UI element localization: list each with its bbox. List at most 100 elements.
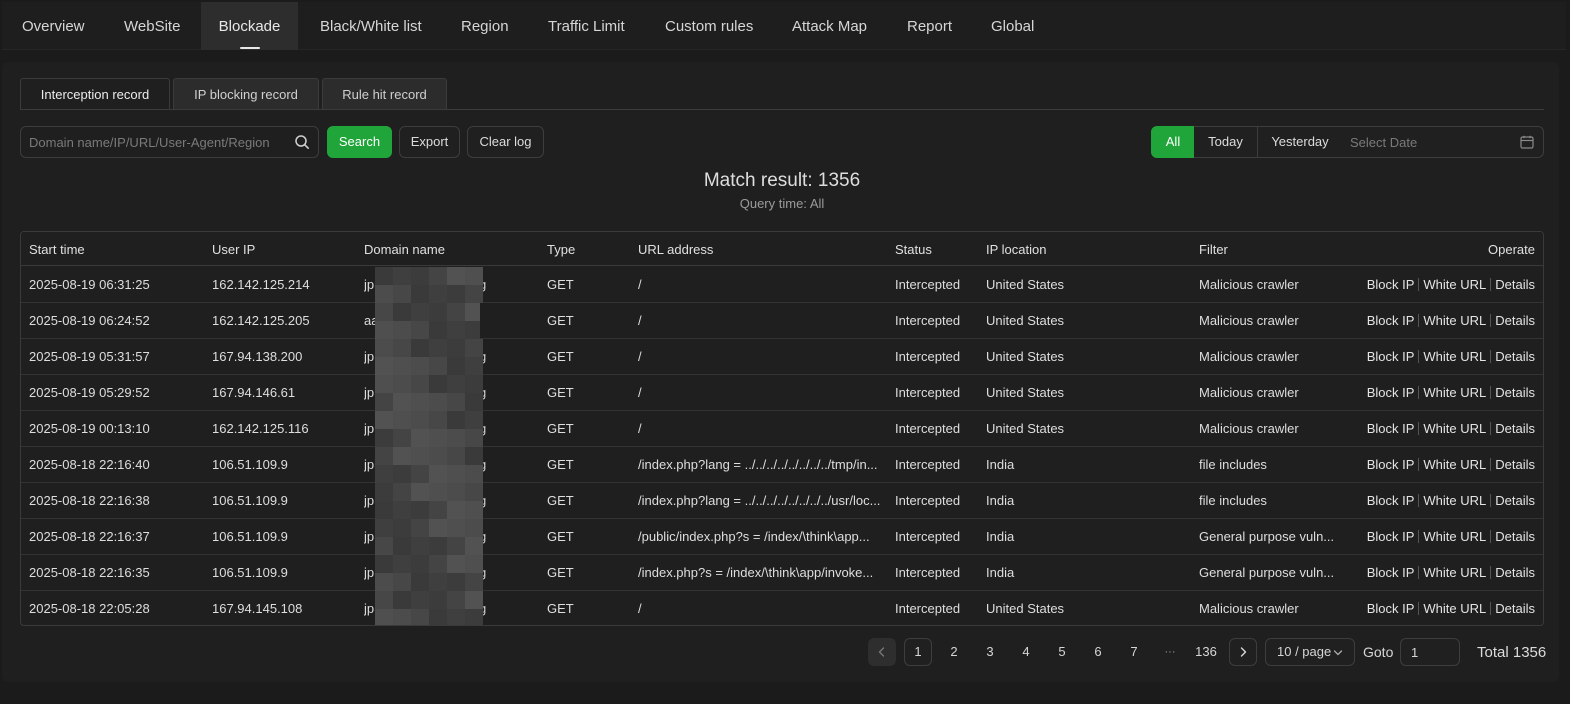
white-url-link[interactable]: White URL: [1423, 313, 1486, 328]
block-ip-link[interactable]: Block IP: [1367, 565, 1415, 580]
column-start-time[interactable]: Start time: [29, 232, 85, 267]
column-type[interactable]: Type: [547, 232, 575, 267]
table-row: 2025-08-19 06:31:25 162.142.125.214 GET / In…: [21, 267, 1543, 303]
date-filter-today[interactable]: Today: [1194, 126, 1258, 158]
tab-blockade[interactable]: Blockade: [201, 2, 298, 50]
cell-ip-location: United States: [986, 349, 1065, 364]
cell-start-time: 2025-08-19 05:31:57: [29, 349, 150, 364]
tab-region[interactable]: Region: [461, 2, 509, 50]
white-url-link[interactable]: White URL: [1423, 601, 1486, 616]
clear-log-button[interactable]: Clear log: [467, 126, 544, 158]
search-icon[interactable]: [294, 134, 310, 150]
page-7[interactable]: 7: [1120, 638, 1148, 666]
cell-filter: General purpose vuln...: [1199, 565, 1335, 580]
page-6[interactable]: 6: [1084, 638, 1112, 666]
cell-status: Intercepted: [895, 493, 961, 508]
next-page-button[interactable]: [1229, 638, 1257, 666]
row-actions: Block IP White URL Details: [1367, 303, 1535, 339]
search-button[interactable]: Search: [327, 126, 392, 158]
white-url-link[interactable]: White URL: [1423, 349, 1486, 364]
table-row: 2025-08-18 22:05:28 167.94.145.108 GET / Int…: [21, 591, 1543, 625]
white-url-link[interactable]: White URL: [1423, 529, 1486, 544]
tab-website[interactable]: WebSite: [124, 2, 180, 50]
tab-report[interactable]: Report: [907, 2, 952, 50]
cell-user-ip: 162.142.125.116: [212, 421, 309, 436]
details-link[interactable]: Details: [1495, 601, 1535, 616]
white-url-link[interactable]: White URL: [1423, 457, 1486, 472]
export-button[interactable]: Export: [399, 126, 460, 158]
details-link[interactable]: Details: [1495, 529, 1535, 544]
cell-filter: General purpose vuln...: [1199, 529, 1335, 544]
block-ip-link[interactable]: Block IP: [1367, 277, 1415, 292]
white-url-link[interactable]: White URL: [1423, 421, 1486, 436]
page-1[interactable]: 1: [904, 638, 932, 666]
table-row: 2025-08-18 22:16:37 106.51.109.9 GET/publi…: [21, 519, 1543, 555]
details-link[interactable]: Details: [1495, 457, 1535, 472]
redacted-domain: [375, 519, 483, 555]
column-domain-name[interactable]: Domain name: [364, 232, 445, 267]
tab-overview[interactable]: Overview: [22, 2, 85, 50]
white-url-link[interactable]: White URL: [1423, 493, 1486, 508]
block-ip-link[interactable]: Block IP: [1367, 349, 1415, 364]
subtab-ip-blocking-record[interactable]: IP blocking record: [173, 78, 319, 110]
details-link[interactable]: Details: [1495, 277, 1535, 292]
prev-page-button[interactable]: [868, 638, 896, 666]
block-ip-link[interactable]: Block IP: [1367, 529, 1415, 544]
block-ip-link[interactable]: Block IP: [1367, 385, 1415, 400]
white-url-link[interactable]: White URL: [1423, 277, 1486, 292]
column-url-address[interactable]: URL address: [638, 232, 713, 267]
query-time: Query time: All: [739, 196, 825, 211]
row-actions: Block IP White URL Details: [1367, 519, 1535, 555]
block-ip-link[interactable]: Block IP: [1367, 601, 1415, 616]
column-status[interactable]: Status: [895, 232, 932, 267]
calendar-icon[interactable]: [1520, 135, 1534, 149]
cell-url-address: /: [638, 601, 642, 616]
details-link[interactable]: Details: [1495, 493, 1535, 508]
page-4[interactable]: 4: [1012, 638, 1040, 666]
details-link[interactable]: Details: [1495, 421, 1535, 436]
block-ip-link[interactable]: Block IP: [1367, 493, 1415, 508]
subtab-rule-hit-record[interactable]: Rule hit record: [322, 78, 447, 110]
page-ellipsis[interactable]: ···: [1156, 638, 1184, 666]
details-link[interactable]: Details: [1495, 349, 1535, 364]
tab-traffic-limit[interactable]: Traffic Limit: [548, 2, 625, 50]
goto-page-input[interactable]: [1400, 638, 1460, 666]
date-input[interactable]: [1342, 127, 1512, 157]
redacted-domain: [375, 267, 483, 303]
cell-status: Intercepted: [895, 349, 961, 364]
goto-label: Goto: [1363, 644, 1394, 660]
page-2[interactable]: 2: [940, 638, 968, 666]
date-filter-all[interactable]: All: [1151, 126, 1195, 158]
column-ip-location[interactable]: IP location: [986, 232, 1046, 267]
action-separator: [1490, 566, 1492, 579]
tab-attack-map[interactable]: Attack Map: [792, 2, 867, 50]
details-link[interactable]: Details: [1495, 313, 1535, 328]
white-url-link[interactable]: White URL: [1423, 385, 1486, 400]
block-ip-link[interactable]: Block IP: [1367, 313, 1415, 328]
tab-black-white-list[interactable]: Black/White list: [320, 2, 422, 50]
cell-type: GET: [547, 421, 574, 436]
subtab-interception-record[interactable]: Interception record: [20, 78, 170, 110]
details-link[interactable]: Details: [1495, 565, 1535, 580]
redacted-domain: [375, 375, 483, 411]
cell-start-time: 2025-08-19 06:31:25: [29, 277, 150, 292]
row-actions: Block IP White URL Details: [1367, 267, 1535, 303]
cell-ip-location: India: [986, 529, 1015, 544]
cell-ip-location: United States: [986, 277, 1065, 292]
tab-custom-rules[interactable]: Custom rules: [665, 2, 753, 50]
page-5[interactable]: 5: [1048, 638, 1076, 666]
cell-url-address: /: [638, 421, 642, 436]
search-input[interactable]: [21, 127, 287, 157]
details-link[interactable]: Details: [1495, 385, 1535, 400]
page-136[interactable]: 136: [1188, 638, 1224, 666]
block-ip-link[interactable]: Block IP: [1367, 421, 1415, 436]
column-user-ip[interactable]: User IP: [212, 232, 255, 267]
column-filter[interactable]: Filter: [1199, 232, 1228, 267]
block-ip-link[interactable]: Block IP: [1367, 457, 1415, 472]
cell-filter: Malicious crawler: [1199, 421, 1299, 436]
tab-global[interactable]: Global: [991, 2, 1034, 50]
white-url-link[interactable]: White URL: [1423, 565, 1486, 580]
date-filter-yesterday[interactable]: Yesterday: [1257, 126, 1343, 158]
page-3[interactable]: 3: [976, 638, 1004, 666]
page-size-select[interactable]: 10 / page: [1265, 638, 1355, 666]
